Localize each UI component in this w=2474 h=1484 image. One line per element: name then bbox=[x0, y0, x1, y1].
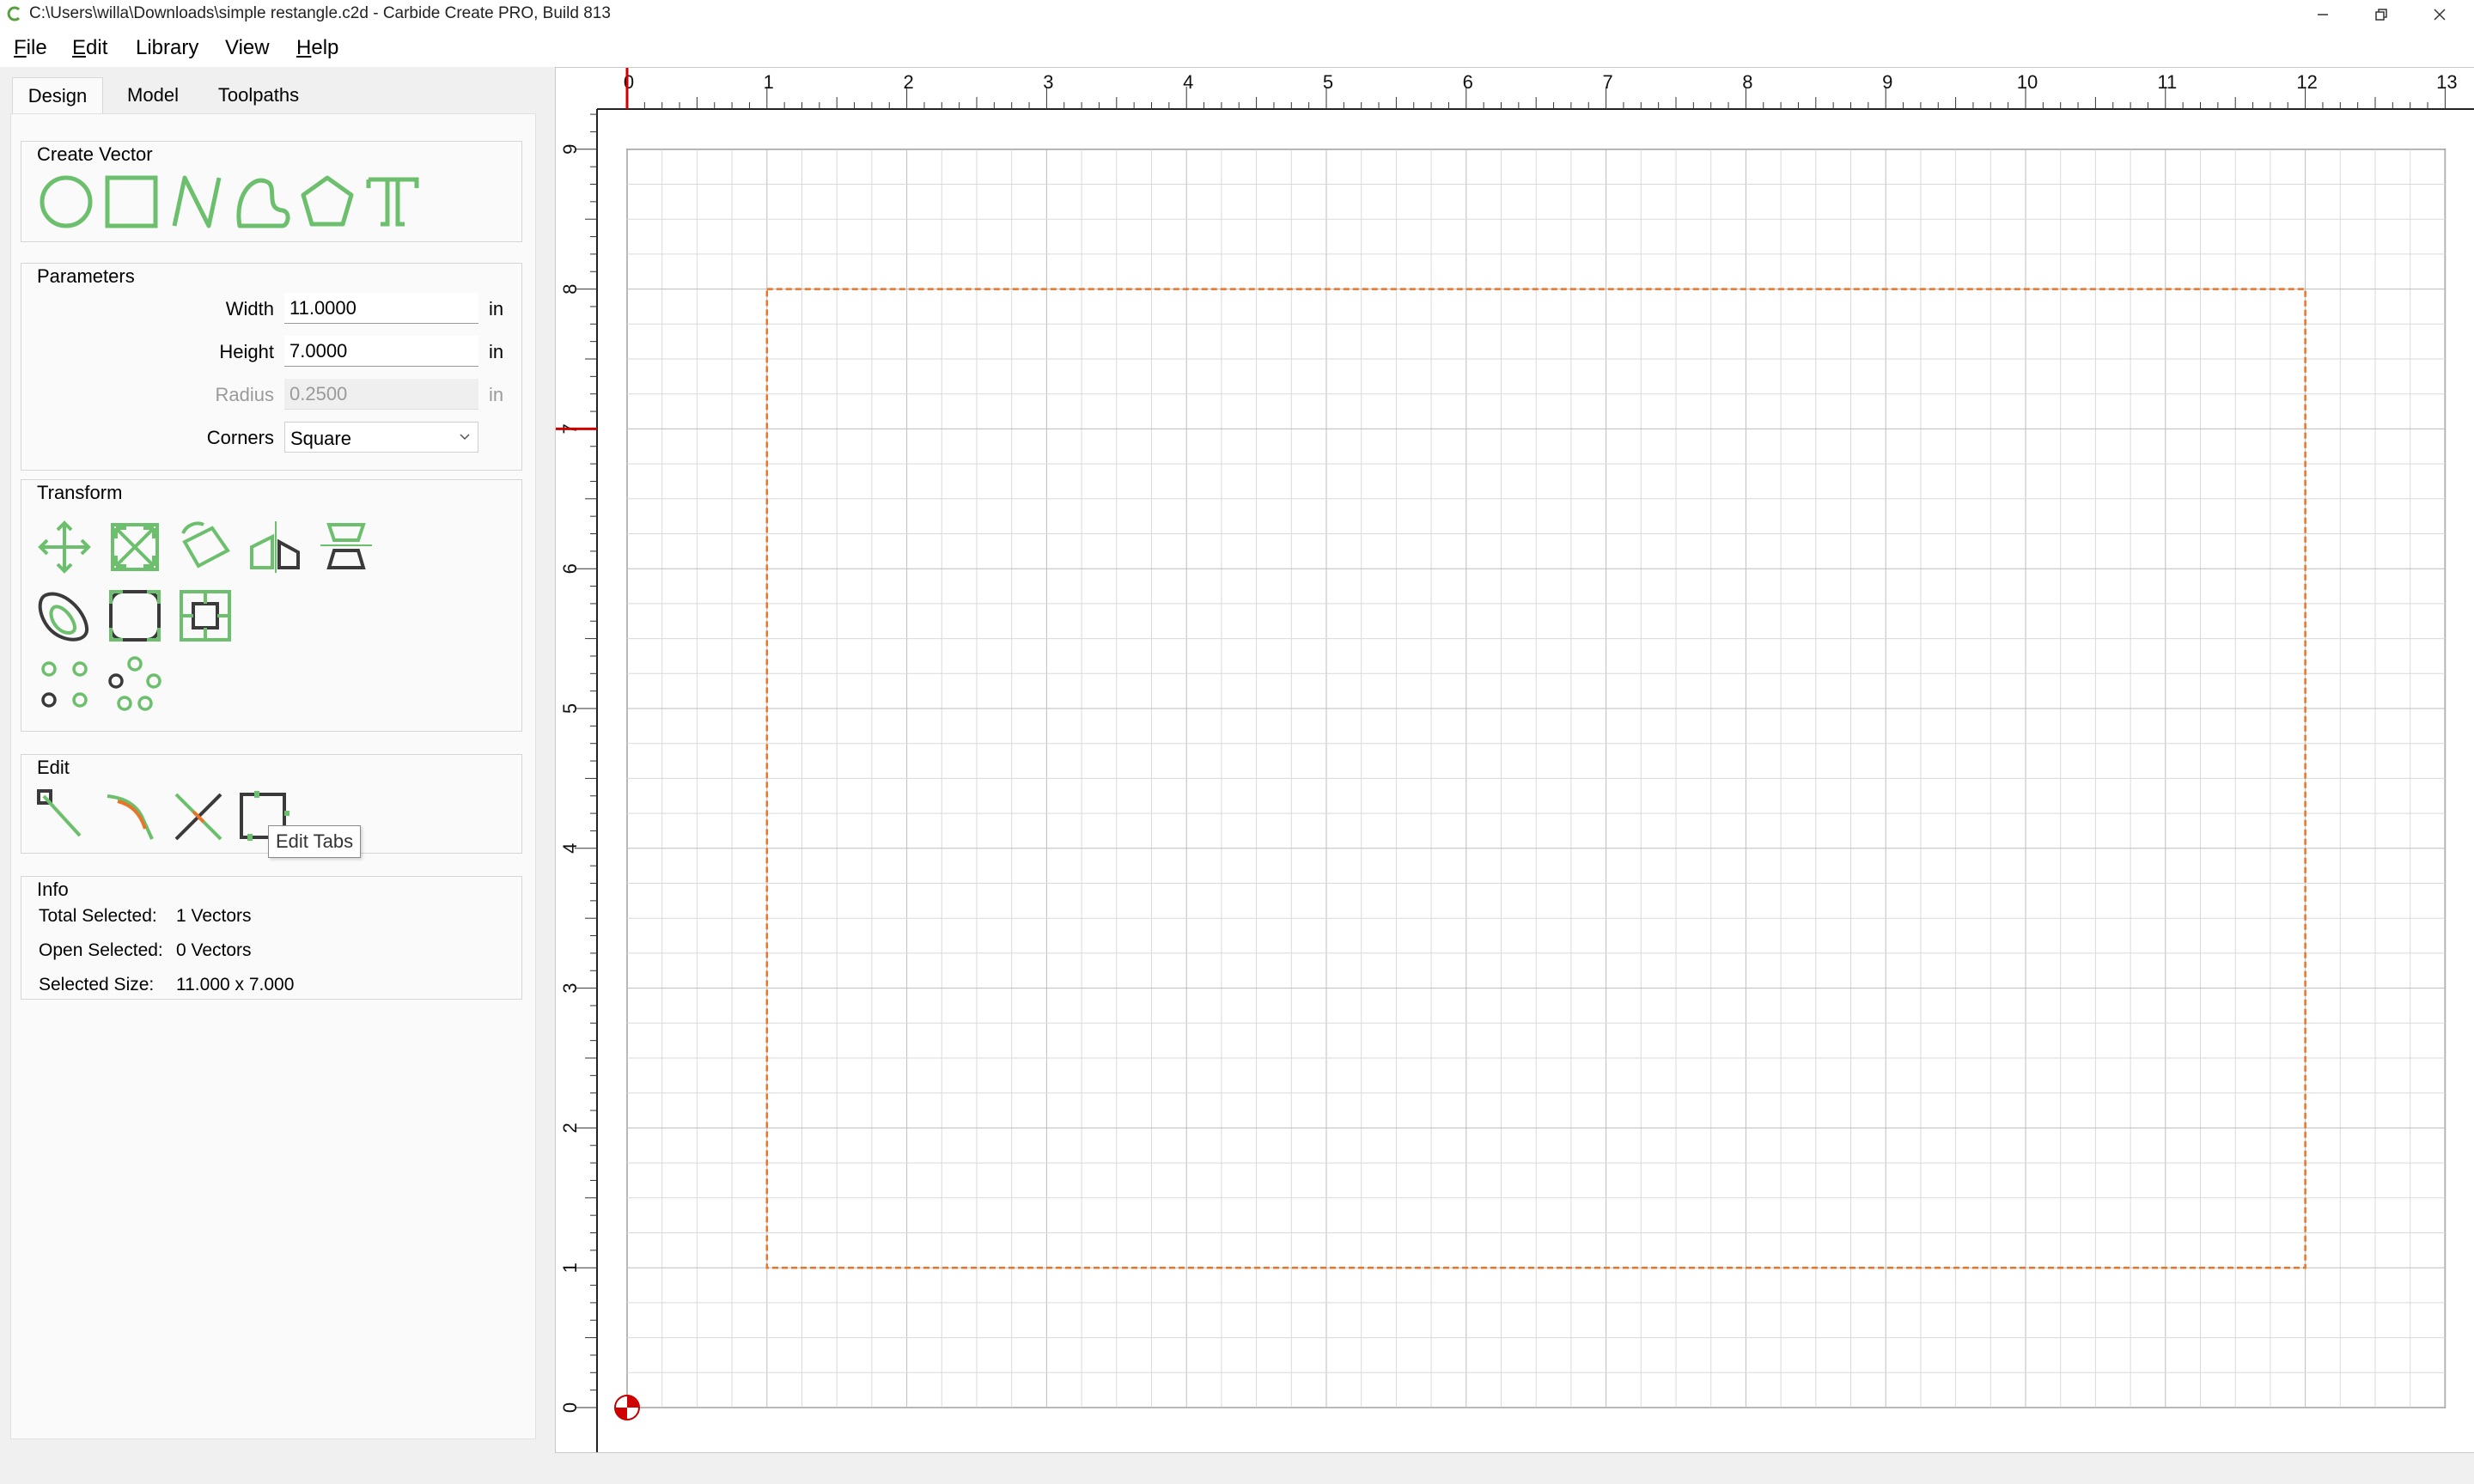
menu-library[interactable]: Library bbox=[136, 36, 198, 60]
width-input[interactable] bbox=[284, 293, 478, 324]
y-tick-label: 9 bbox=[559, 144, 581, 155]
rotate-icon[interactable] bbox=[174, 516, 236, 578]
offset-icon[interactable] bbox=[34, 585, 95, 647]
parameters-title: Parameters bbox=[37, 265, 135, 287]
app-icon bbox=[7, 6, 21, 21]
mirror-icon[interactable] bbox=[245, 516, 307, 578]
x-tick-label: 8 bbox=[1742, 71, 1752, 93]
width-label: Width bbox=[225, 298, 274, 319]
x-tick-label: 9 bbox=[1882, 71, 1892, 93]
total-selected-label: Total Selected: bbox=[39, 906, 157, 926]
open-selected-label: Open Selected: bbox=[39, 940, 163, 960]
tab-design[interactable]: Design bbox=[12, 77, 103, 114]
menu-help[interactable]: Help bbox=[296, 36, 338, 60]
corners-select[interactable]: Square bbox=[284, 422, 478, 453]
corners-label: Corners bbox=[206, 427, 274, 448]
polygon-icon[interactable] bbox=[296, 171, 358, 233]
create-vector-title: Create Vector bbox=[37, 143, 153, 165]
node-edit-icon[interactable] bbox=[34, 786, 95, 848]
selected-size-value: 11.000 x 7.000 bbox=[176, 975, 295, 994]
x-tick-label: 5 bbox=[1323, 71, 1333, 93]
y-tick-label: 3 bbox=[559, 982, 581, 993]
parameters-group: Parameters Width in Height in Radius in … bbox=[21, 263, 522, 471]
circular-array-icon[interactable] bbox=[104, 654, 166, 715]
x-tick-label: 13 bbox=[2436, 71, 2457, 93]
window-title: C:\Users\willa\Downloads\simple restangl… bbox=[29, 4, 611, 22]
radius-input bbox=[284, 379, 478, 410]
radius-unit: in bbox=[489, 384, 504, 405]
y-tick-label: 4 bbox=[559, 843, 581, 854]
scale-icon[interactable] bbox=[104, 516, 166, 578]
x-tick-label: 6 bbox=[1463, 71, 1473, 93]
open-selected-value: 0 Vectors bbox=[176, 940, 252, 960]
title-bar: C:\Users\willa\Downloads\simple restangl… bbox=[0, 0, 2474, 29]
rectangle-icon[interactable] bbox=[101, 171, 162, 233]
y-tick-label: 1 bbox=[559, 1262, 581, 1273]
left-ruler bbox=[556, 68, 597, 1452]
circle-icon[interactable] bbox=[35, 171, 97, 233]
selected-size-label: Selected Size: bbox=[39, 975, 155, 994]
edit-title: Edit bbox=[37, 757, 70, 778]
x-tick-label: 11 bbox=[2157, 71, 2177, 93]
menu-bar: File Edit Library View Help bbox=[0, 29, 2474, 67]
x-tick-label: 2 bbox=[903, 71, 913, 93]
cut-icon[interactable] bbox=[168, 786, 229, 848]
info-group: Info Total Selected: 1 Vectors Open Sele… bbox=[21, 876, 522, 1000]
height-unit: in bbox=[489, 341, 504, 362]
tab-toolpaths[interactable]: Toolpaths bbox=[204, 77, 313, 113]
x-tick-label: 10 bbox=[2017, 71, 2038, 93]
polyline-icon[interactable] bbox=[166, 171, 228, 233]
transform-group: Transform bbox=[21, 479, 522, 732]
trim-icon[interactable] bbox=[101, 786, 162, 848]
x-tick-label: 3 bbox=[1043, 71, 1053, 93]
close-icon bbox=[2434, 9, 2446, 21]
x-tick-label: 1 bbox=[764, 71, 774, 93]
chevron-down-icon bbox=[460, 434, 470, 441]
move-icon[interactable] bbox=[34, 516, 95, 578]
menu-edit[interactable]: Edit bbox=[72, 36, 107, 60]
menu-file[interactable]: File bbox=[14, 36, 47, 60]
restore-icon bbox=[2375, 9, 2387, 21]
y-tick-label: 8 bbox=[559, 283, 581, 294]
close-button[interactable] bbox=[2412, 0, 2467, 29]
create-vector-group: Create Vector bbox=[21, 141, 522, 242]
top-ruler bbox=[556, 68, 2474, 109]
height-label: Height bbox=[219, 341, 274, 362]
restore-button[interactable] bbox=[2354, 0, 2409, 29]
curve-icon[interactable] bbox=[231, 171, 293, 233]
minimize-button[interactable] bbox=[2295, 0, 2350, 29]
edit-tabs-tooltip: Edit Tabs bbox=[268, 825, 362, 858]
minimize-icon bbox=[2318, 14, 2328, 15]
transform-title: Transform bbox=[37, 482, 123, 503]
x-tick-label: 0 bbox=[624, 71, 634, 93]
height-input[interactable] bbox=[284, 336, 478, 367]
array-icon[interactable] bbox=[34, 654, 95, 715]
boolean-icon[interactable] bbox=[174, 585, 236, 647]
total-selected-value: 1 Vectors bbox=[176, 906, 252, 926]
align-icon[interactable] bbox=[315, 516, 377, 578]
x-tick-label: 7 bbox=[1602, 71, 1612, 93]
y-tick-label: 6 bbox=[559, 563, 581, 574]
y-tick-label: 5 bbox=[559, 703, 581, 714]
corners-value: Square bbox=[290, 428, 351, 449]
canvas-drawing[interactable]: 0 1 2 3 4 5 6 7 8 9 10 11 12 130123456789 bbox=[556, 68, 2474, 1452]
text-icon[interactable] bbox=[362, 171, 424, 233]
x-tick-label: 4 bbox=[1183, 71, 1193, 93]
design-canvas[interactable]: 0 1 2 3 4 5 6 7 8 9 10 11 12 13 0 1 2 3 4 5 6 7 8 9 bbox=[555, 67, 2474, 1453]
y-tick-label: 2 bbox=[559, 1122, 581, 1133]
origin-marker-icon bbox=[614, 1395, 640, 1420]
y-tick-label: 0 bbox=[559, 1402, 581, 1413]
radius-label: Radius bbox=[215, 384, 274, 405]
info-title: Info bbox=[37, 879, 69, 900]
width-unit: in bbox=[489, 298, 504, 319]
menu-view[interactable]: View bbox=[225, 36, 270, 60]
x-tick-label: 12 bbox=[2296, 71, 2317, 93]
tab-model[interactable]: Model bbox=[110, 77, 196, 113]
fillet-icon[interactable] bbox=[104, 585, 166, 647]
